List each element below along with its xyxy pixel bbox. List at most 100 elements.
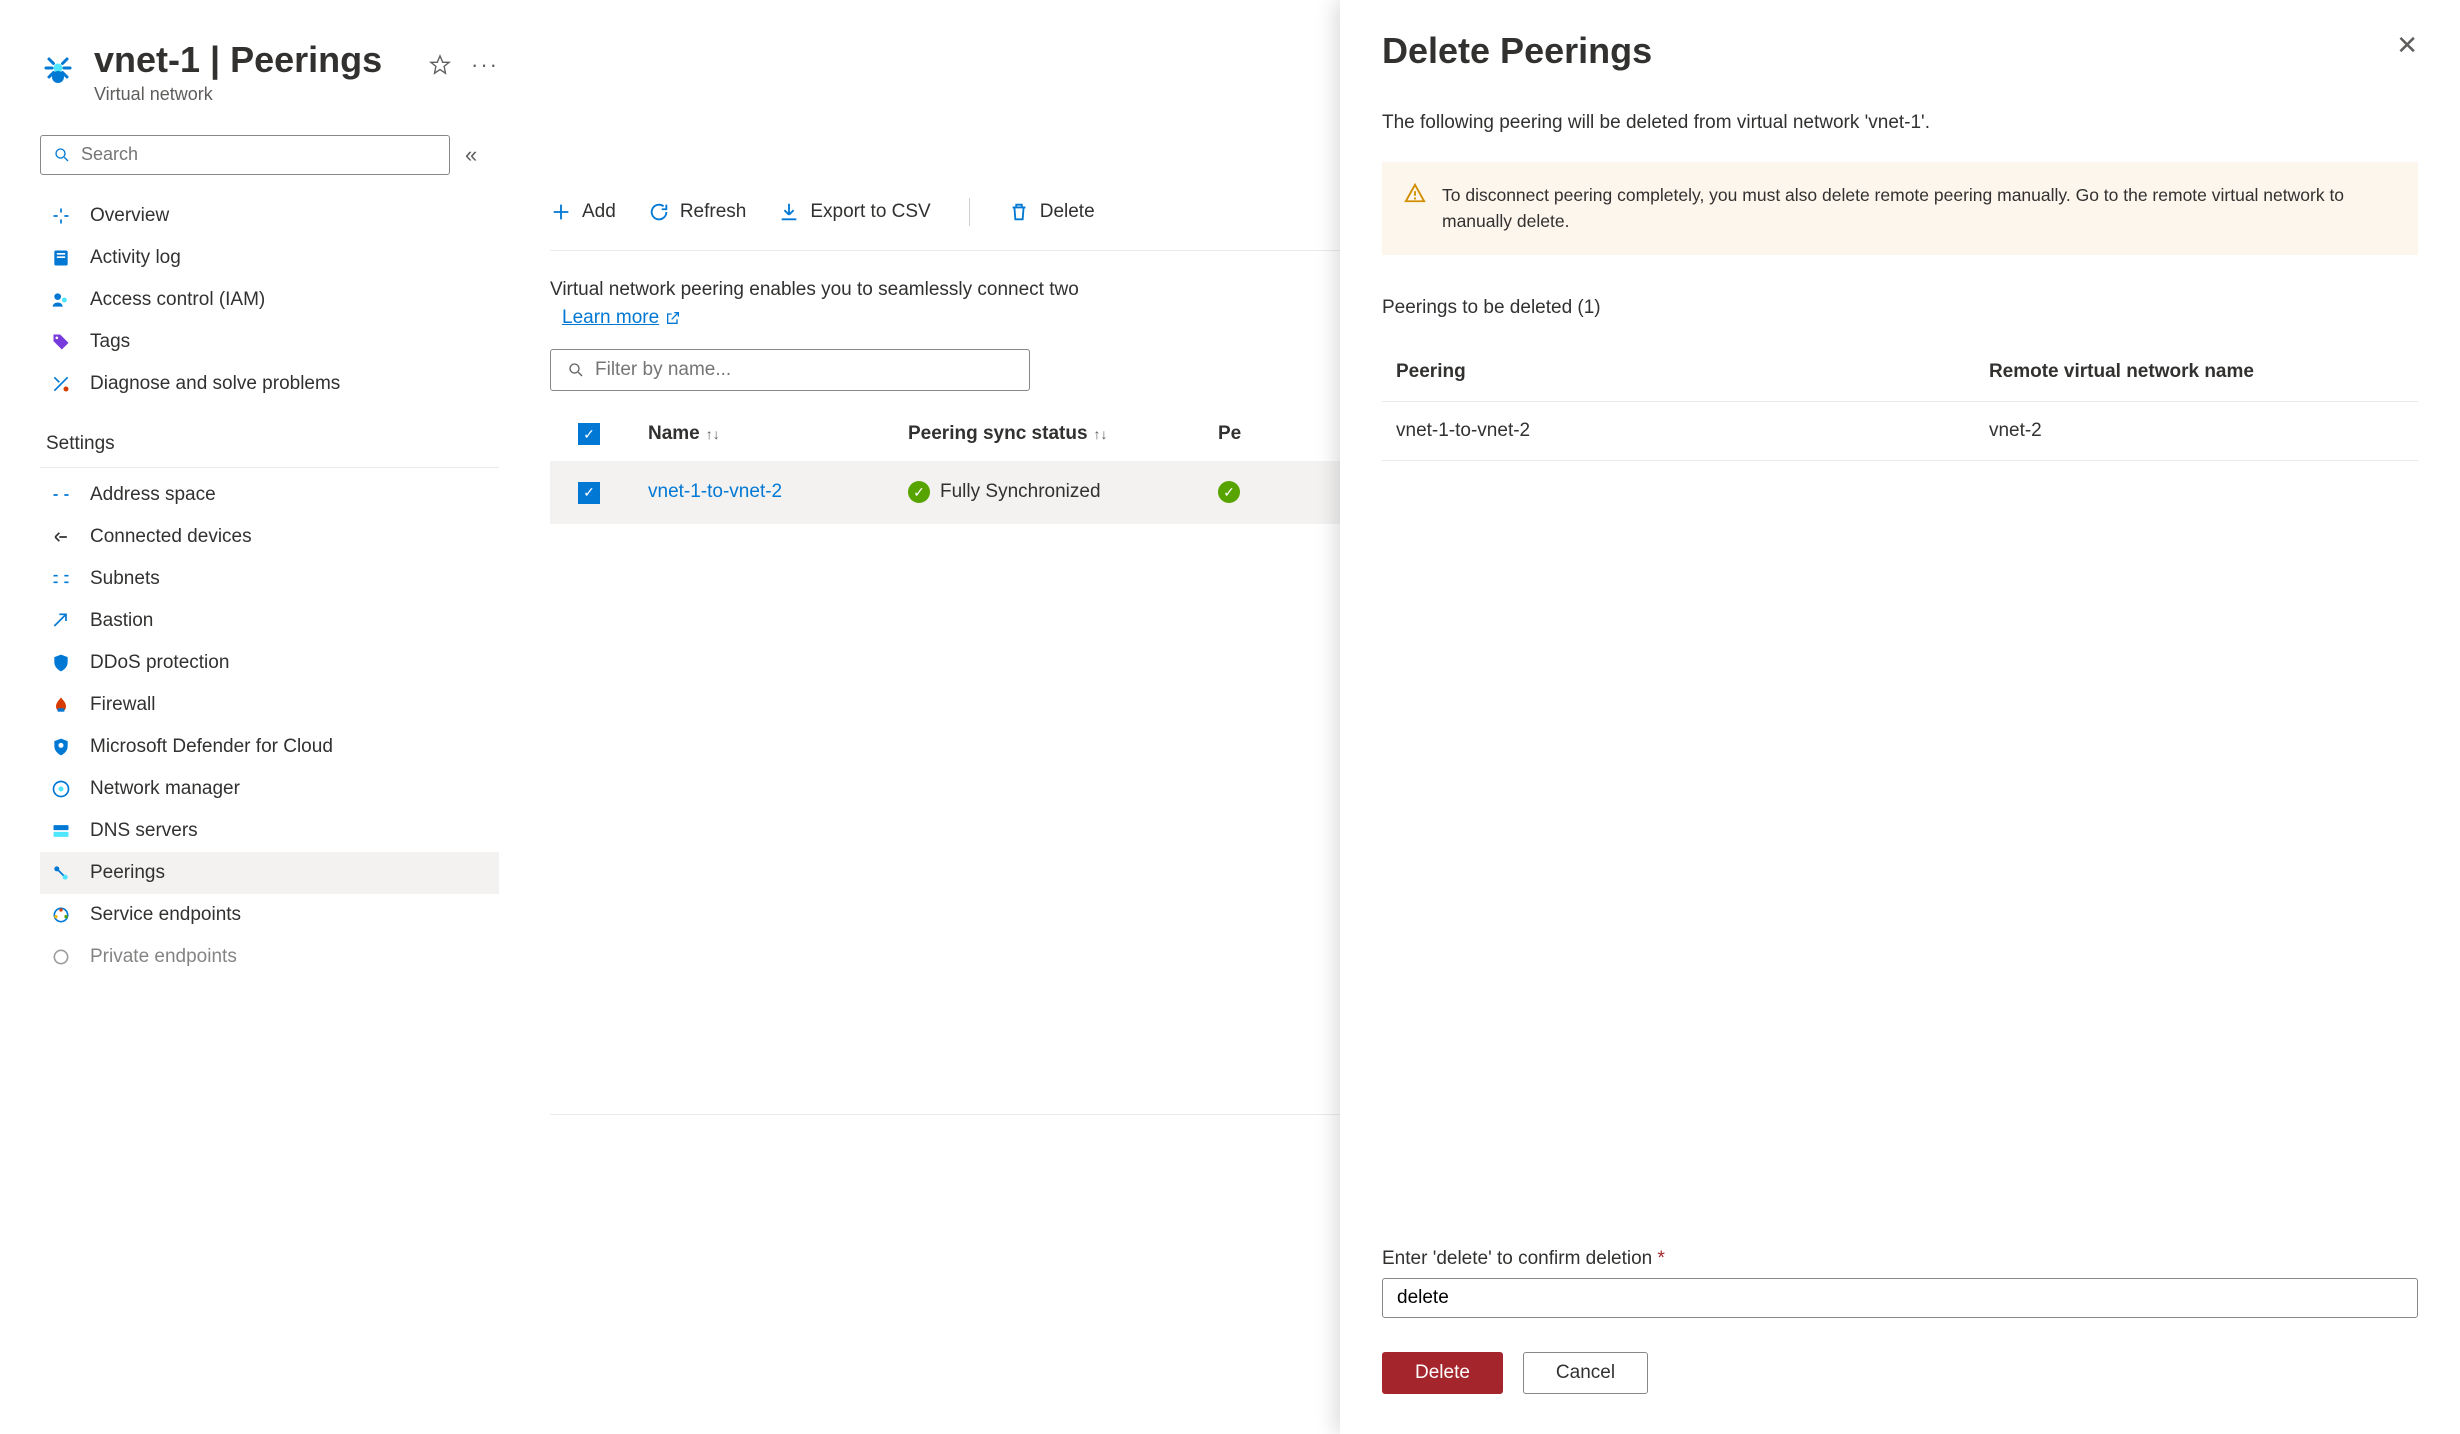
nav-firewall[interactable]: Firewall	[40, 684, 499, 726]
refresh-button[interactable]: Refresh	[648, 201, 747, 223]
delete-label: Delete	[1040, 201, 1095, 223]
nav-activity-log[interactable]: Activity log	[40, 237, 499, 279]
peerings-icon	[50, 862, 72, 884]
success-icon: ✓	[908, 481, 930, 503]
nav-label: Network manager	[90, 778, 240, 800]
access-control-icon	[50, 289, 72, 311]
add-label: Add	[582, 201, 616, 223]
filter-box[interactable]	[550, 349, 1030, 391]
diagnose-icon	[50, 373, 72, 395]
nav-label: Access control (IAM)	[90, 289, 265, 311]
favorite-star-icon[interactable]	[429, 54, 451, 76]
tags-icon	[50, 331, 72, 353]
nav-label: DDoS protection	[90, 652, 229, 674]
select-all-checkbox[interactable]: ✓	[578, 423, 600, 445]
search-icon	[567, 361, 585, 379]
nav-private-endpoints[interactable]: Private endpoints	[40, 936, 499, 978]
nav-label: DNS servers	[90, 820, 198, 842]
nav-address-space[interactable]: Address space	[40, 474, 499, 516]
delete-panel: Delete Peerings ✕ The following peering …	[1340, 0, 2460, 1434]
firewall-icon	[50, 694, 72, 716]
sidebar-search-input[interactable]	[71, 144, 437, 165]
collapse-sidebar-icon[interactable]: «	[465, 142, 477, 168]
nav-access-control[interactable]: Access control (IAM)	[40, 279, 499, 321]
subnets-icon	[50, 568, 72, 590]
nav-label: Activity log	[90, 247, 181, 269]
page-title: vnet-1 | Peerings	[94, 40, 382, 80]
filter-input[interactable]	[585, 359, 1013, 381]
warning-icon	[1404, 182, 1426, 204]
nav-label: Service endpoints	[90, 904, 241, 926]
delete-table-row: vnet-1-to-vnet-2 vnet-2	[1382, 402, 2418, 461]
confirm-delete-input[interactable]	[1382, 1278, 2418, 1318]
panel-cancel-button[interactable]: Cancel	[1523, 1352, 1648, 1394]
nav-overview[interactable]: Overview	[40, 195, 499, 237]
delete-table-header: Peering Remote virtual network name	[1382, 343, 2418, 402]
peering-name-link[interactable]: vnet-1-to-vnet-2	[648, 481, 782, 502]
nav-label: Peerings	[90, 862, 165, 884]
export-label: Export to CSV	[810, 201, 930, 223]
nav-label: Bastion	[90, 610, 153, 632]
cell-remote: vnet-2	[1989, 420, 2404, 442]
col-remote: Remote virtual network name	[1989, 361, 2404, 383]
nav-service-endpoints[interactable]: Service endpoints	[40, 894, 499, 936]
success-icon: ✓	[1218, 481, 1240, 503]
service-endpoints-icon	[50, 904, 72, 926]
private-endpoints-icon	[50, 946, 72, 968]
nav-defender[interactable]: Microsoft Defender for Cloud	[40, 726, 499, 768]
nav-connected-devices[interactable]: Connected devices	[40, 516, 499, 558]
toolbar-separator	[969, 198, 970, 226]
nav-label: Address space	[90, 484, 216, 506]
sidebar: vnet-1 | Peerings Virtual network ··· « …	[0, 0, 520, 1434]
col-status[interactable]: Pe	[1218, 423, 1308, 445]
row-checkbox[interactable]: ✓	[578, 482, 600, 504]
search-icon	[53, 146, 71, 164]
nav-tags[interactable]: Tags	[40, 321, 499, 363]
nav-peerings[interactable]: Peerings	[40, 852, 499, 894]
nav-bastion[interactable]: Bastion	[40, 600, 499, 642]
address-space-icon	[50, 484, 72, 506]
refresh-label: Refresh	[680, 201, 747, 223]
panel-title: Delete Peerings	[1382, 30, 2396, 72]
activity-log-icon	[50, 247, 72, 269]
panel-description: The following peering will be deleted fr…	[1382, 112, 2418, 134]
nav-network-manager[interactable]: Network manager	[40, 768, 499, 810]
page-subtitle: Virtual network	[94, 84, 382, 105]
panel-delete-button[interactable]: Delete	[1382, 1352, 1503, 1394]
confirm-label: Enter 'delete' to confirm deletion *	[1382, 1248, 1665, 1269]
nav-label: Microsoft Defender for Cloud	[90, 736, 333, 758]
export-button[interactable]: Export to CSV	[778, 201, 930, 223]
nav-label: Connected devices	[90, 526, 252, 548]
sidebar-search[interactable]	[40, 135, 450, 175]
nav-ddos[interactable]: DDoS protection	[40, 642, 499, 684]
refresh-icon	[648, 201, 670, 223]
connected-devices-icon	[50, 526, 72, 548]
close-icon[interactable]: ✕	[2396, 30, 2418, 61]
nav-label: Diagnose and solve problems	[90, 373, 340, 395]
delete-button[interactable]: Delete	[1008, 201, 1095, 223]
col-sync[interactable]: Peering sync status ↑↓	[908, 423, 1218, 445]
virtual-network-icon	[40, 50, 76, 86]
nav-label: Tags	[90, 331, 130, 353]
warning-box: To disconnect peering completely, you mu…	[1382, 162, 2418, 255]
download-icon	[778, 201, 800, 223]
nav-section-settings: Settings	[40, 415, 499, 468]
add-button[interactable]: Add	[550, 201, 616, 223]
col-name[interactable]: Name ↑↓	[648, 423, 908, 445]
trash-icon	[1008, 201, 1030, 223]
delete-table: Peering Remote virtual network name vnet…	[1382, 343, 2418, 461]
learn-more-link[interactable]: Learn more	[562, 307, 681, 329]
nav-subnets[interactable]: Subnets	[40, 558, 499, 600]
nav-label: Private endpoints	[90, 946, 237, 968]
warning-text: To disconnect peering completely, you mu…	[1442, 182, 2396, 235]
external-link-icon	[665, 310, 681, 326]
sort-icon: ↑↓	[1094, 426, 1108, 442]
col-peering: Peering	[1396, 361, 1989, 383]
more-icon[interactable]: ···	[471, 52, 499, 78]
plus-icon	[550, 201, 572, 223]
sync-status: Fully Synchronized	[940, 481, 1101, 503]
nav-diagnose[interactable]: Diagnose and solve problems	[40, 363, 499, 405]
nav-dns[interactable]: DNS servers	[40, 810, 499, 852]
bastion-icon	[50, 610, 72, 632]
required-star: *	[1658, 1248, 1665, 1269]
